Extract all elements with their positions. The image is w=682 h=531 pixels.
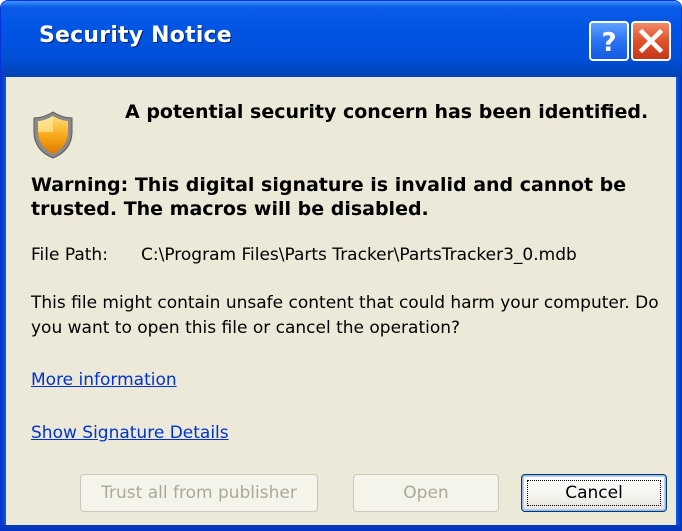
close-button[interactable] xyxy=(631,21,671,61)
title-bar[interactable]: Security Notice ? xyxy=(1,1,681,77)
security-shield-icon xyxy=(33,111,73,159)
trust-button-label: Trust all from publisher xyxy=(101,483,297,503)
file-path-label: File Path: xyxy=(31,245,108,265)
file-path-row: File Path: C:\Program Files\Parts Tracker… xyxy=(31,245,577,265)
more-information-link[interactable]: More information xyxy=(31,370,177,390)
help-icon: ? xyxy=(601,28,616,58)
warning-message: Warning: This digital signature is inval… xyxy=(31,174,627,220)
cancel-button[interactable]: Cancel xyxy=(521,474,667,512)
description-text: This file might contain unsafe content t… xyxy=(31,293,659,338)
svg-text:?: ? xyxy=(601,28,616,58)
security-notice-dialog: Security Notice ? A potential security c… xyxy=(0,0,682,531)
window-title: Security Notice xyxy=(39,23,232,48)
focus-indicator xyxy=(527,480,661,506)
close-icon xyxy=(638,28,664,54)
open-button[interactable]: Open xyxy=(353,474,499,512)
headline: A potential security concern has been id… xyxy=(125,101,649,123)
file-path-value: C:\Program Files\Parts Tracker\PartsTrac… xyxy=(141,245,577,265)
show-signature-details-link[interactable]: Show Signature Details xyxy=(31,423,229,443)
window-frame-bottom xyxy=(1,525,681,530)
help-button[interactable]: ? xyxy=(589,21,629,61)
window-frame-right xyxy=(676,77,681,530)
trust-all-from-publisher-button[interactable]: Trust all from publisher xyxy=(80,474,318,512)
open-button-label: Open xyxy=(403,483,449,503)
